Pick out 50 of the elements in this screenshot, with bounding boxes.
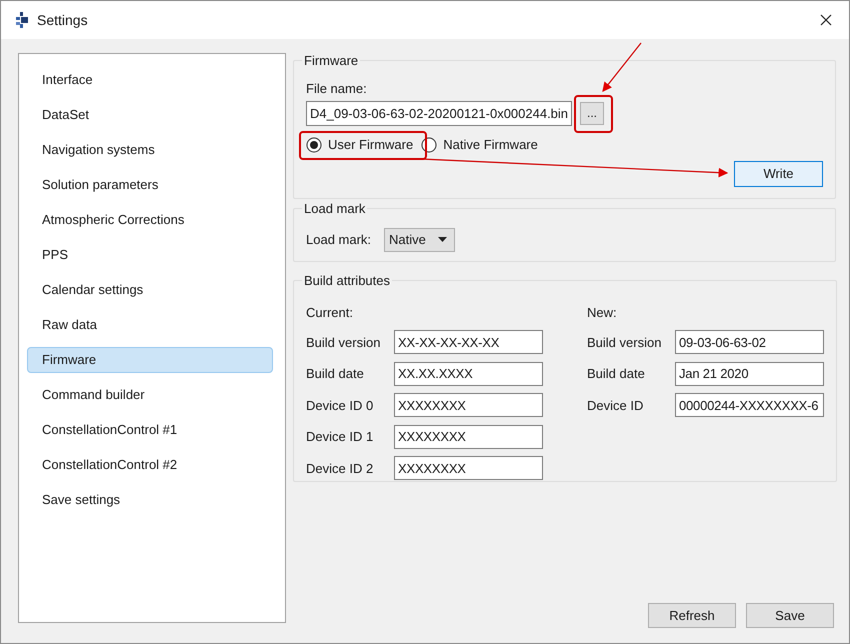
sidebar-item[interactable]: Command builder (27, 382, 273, 408)
field-label: File name: (306, 80, 368, 96)
annotation-arrow (602, 42, 642, 92)
sidebar-item[interactable]: Raw data (27, 312, 273, 338)
field-label: Device ID 1 (306, 428, 374, 446)
app-icon (15, 12, 29, 28)
group-title: Firmware (303, 52, 360, 70)
window-title: Settings (37, 10, 88, 30)
write-button[interactable]: Write (734, 160, 823, 186)
dialog-button[interactable]: Save (746, 603, 834, 628)
sidebar-item[interactable]: Solution parameters (27, 172, 273, 198)
load-mark-dropdown[interactable]: Native (384, 228, 455, 252)
input-field[interactable]: 00000244-XXXXXXXX-6 (675, 393, 824, 418)
field-label: Build version (306, 334, 382, 352)
browse-button[interactable]: ... (580, 102, 604, 124)
sidebar-item[interactable]: PPS (27, 242, 273, 268)
input-field[interactable]: XX-XX-XX-XX-XX (394, 330, 543, 354)
radio-button[interactable]: Native Firmware (417, 132, 542, 156)
file-name-field[interactable]: D4_09-03-06-63-02-20200121-0x000244.bin (306, 100, 572, 126)
input-field[interactable]: 09-03-06-63-02 (675, 330, 824, 354)
field-label: Device ID 0 (306, 396, 374, 414)
sidebar-item[interactable]: Firmware (27, 346, 273, 372)
field-label: Device ID (587, 396, 644, 414)
field-label: Build date (306, 365, 365, 383)
sidebar-item[interactable]: ConstellationControl #2 (27, 452, 273, 478)
field-label: Build version (587, 334, 662, 352)
group-title: Load mark (303, 200, 366, 218)
input-field[interactable]: XXXXXXXX (394, 456, 543, 480)
field-label: Device ID 2 (306, 460, 374, 478)
sidebar-item[interactable]: Save settings (27, 486, 273, 512)
radio-button[interactable]: User Firmware (302, 132, 418, 156)
dialog-button[interactable]: Refresh (648, 603, 736, 628)
column-heading: New: (587, 304, 618, 320)
annotation-highlight (574, 95, 613, 133)
close-icon (820, 14, 832, 26)
field-label: Load mark: (306, 230, 372, 249)
input-field[interactable]: Jan 21 2020 (675, 362, 824, 386)
sidebar-item[interactable]: Calendar settings (27, 276, 273, 302)
sidebar-item[interactable]: Navigation systems (27, 136, 273, 162)
sidebar-item[interactable]: Atmospheric Corrections (27, 206, 273, 232)
sidebar-item[interactable]: ConstellationControl #1 (27, 416, 273, 442)
sidebar-item[interactable]: DataSet (27, 102, 273, 128)
group-title: Build attributes (303, 272, 391, 290)
input-field[interactable]: XXXXXXXX (394, 393, 543, 418)
input-field[interactable]: XXXXXXXX (394, 424, 543, 449)
input-field[interactable]: XX.XX.XXXX (394, 362, 543, 386)
column-heading: Current: (306, 304, 354, 320)
sidebar-item[interactable]: Interface (27, 66, 273, 92)
dropdown-caret-icon (438, 237, 447, 242)
field-label: Build date (587, 365, 646, 383)
